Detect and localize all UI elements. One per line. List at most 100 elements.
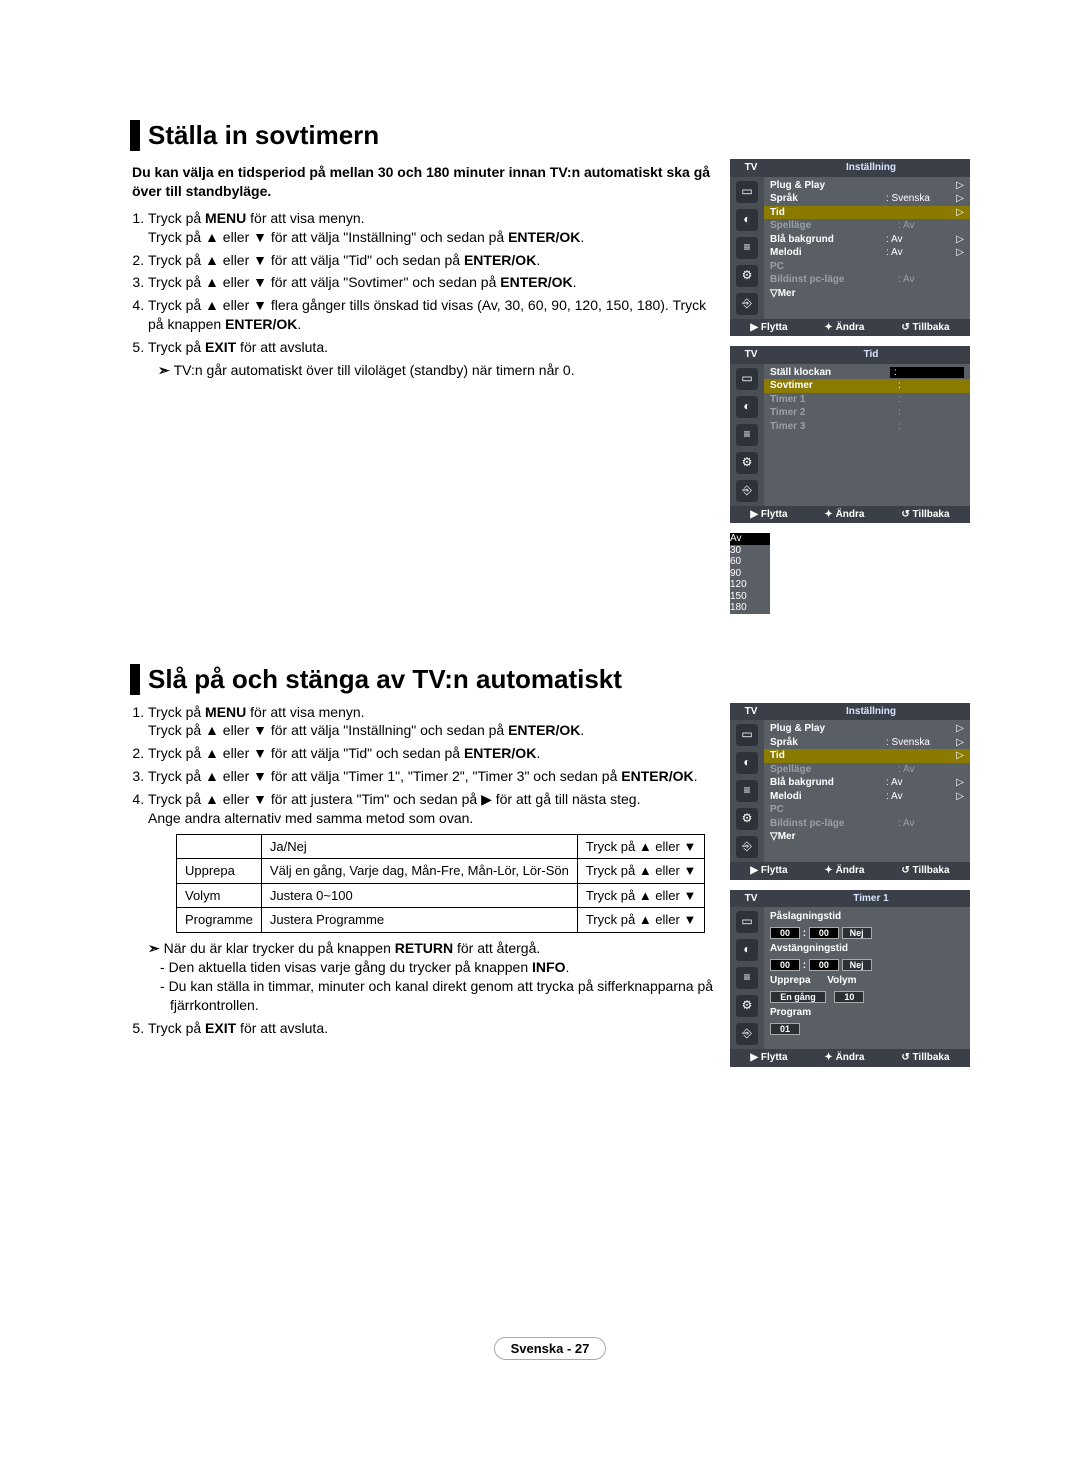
th: Ja/Nej xyxy=(261,834,577,859)
osd-row: Ställ klockan: xyxy=(764,366,970,380)
td: Tryck på ▲ eller ▼ xyxy=(577,883,705,908)
input-icon: ⎆ xyxy=(736,480,758,502)
channel-icon: ≡ xyxy=(736,424,758,446)
th: Tryck på ▲ eller ▼ xyxy=(577,834,705,859)
lbl: Ställ klockan xyxy=(770,367,890,379)
osd-side-icons: ▭ ◐ ≡ ⚙ ⎆ xyxy=(730,177,764,319)
osd-side-icons: ▭ ◐ ≡ ⚙ ⎆ xyxy=(730,720,764,862)
s2-dash1: - Den aktuella tiden visas varje gång du… xyxy=(160,958,718,977)
foot-back: ↺ Tillbaka xyxy=(901,865,949,877)
txt: för att återgå. xyxy=(453,940,540,956)
val: : xyxy=(898,407,964,419)
s2-note: När du är klar trycker du på knappen RET… xyxy=(148,939,718,958)
txt: . xyxy=(536,252,540,268)
osd-tv-label: TV xyxy=(730,346,772,364)
osd-title: Timer 1 xyxy=(772,890,970,908)
foot-change: ✦ Ändra xyxy=(824,322,864,334)
txt-b: ENTER/OK xyxy=(508,229,580,245)
lbl: Sovtimer xyxy=(770,380,898,392)
min-field: 00 xyxy=(809,927,839,939)
txt: Tryck på ▲ eller ▼ för att justera "Tim"… xyxy=(148,791,640,807)
s1-step4: Tryck på ▲ eller ▼ flera gånger tills ön… xyxy=(148,296,718,334)
foot-change: ✦ Ändra xyxy=(824,1052,864,1064)
section2-heading: Slå på och stänga av TV:n automatiskt xyxy=(130,664,970,695)
onoff-field: Nej xyxy=(842,959,872,971)
val: : Av xyxy=(898,220,964,232)
lbl: Tid xyxy=(770,207,886,219)
txt: för att avsluta. xyxy=(236,1020,328,1036)
popup-item: 30 xyxy=(730,545,770,557)
timer-off-label: Avstängningstid xyxy=(764,941,970,957)
setup-icon: ⚙ xyxy=(736,265,758,287)
val: : Av xyxy=(886,777,952,789)
osd-row: Blå bakgrund: Av▷ xyxy=(764,233,970,247)
lbl: Spelläge xyxy=(770,220,898,232)
s1-note: TV:n går automatiskt över till viloläget… xyxy=(158,361,718,380)
timer-on-row: 00 : 00 Nej xyxy=(764,925,970,942)
osd-row: Språk: Svenska▷ xyxy=(764,736,970,750)
txt: för att visa menyn. xyxy=(246,704,364,720)
options-table: Ja/NejTryck på ▲ eller ▼ UpprepaVälj en … xyxy=(176,834,705,933)
osd-title: Inställning xyxy=(772,159,970,177)
lbl: Blå bakgrund xyxy=(770,234,886,246)
txt-b: EXIT xyxy=(205,1020,236,1036)
s1-step2: Tryck på ▲ eller ▼ för att välja "Tid" o… xyxy=(148,251,718,270)
s1-step1: Tryck på MENU för att visa menyn. Tryck … xyxy=(148,209,718,247)
channel-icon: ≡ xyxy=(736,780,758,802)
timer-off-row: 00 : 00 Nej xyxy=(764,957,970,974)
osd-side-icons: ▭ ◐ ≡ ⚙ ⎆ xyxy=(730,907,764,1049)
lbl: Timer 3 xyxy=(770,421,898,433)
s2-step4: Tryck på ▲ eller ▼ för att justera "Tim"… xyxy=(148,790,718,1015)
foot-move: ▶ Flytta xyxy=(750,865,787,877)
txt: Tryck på xyxy=(148,704,205,720)
sound-icon: ◐ xyxy=(736,752,758,774)
td: Upprepa xyxy=(177,859,262,884)
td: Justera 0~100 xyxy=(261,883,577,908)
osd-timer1: TV Timer 1 ▭ ◐ ≡ ⚙ ⎆ Påslagningstid 00 : xyxy=(730,890,970,1067)
repeat-label: Upprepa xyxy=(770,975,811,986)
hour-field: 00 xyxy=(770,927,800,939)
lbl: Plug & Play xyxy=(770,180,886,192)
txt: Ange andra alternativ med samma metod so… xyxy=(148,810,473,826)
foot-back: ↺ Tillbaka xyxy=(901,322,949,334)
osd-footer: ▶ Flytta ✦ Ändra ↺ Tillbaka xyxy=(730,862,970,880)
osd-row: ▽Mer xyxy=(764,287,970,301)
osd-row xyxy=(764,447,970,461)
txt: Tryck på xyxy=(148,1020,205,1036)
repeat-field: En gång xyxy=(770,991,826,1003)
td: Justera Programme xyxy=(261,908,577,933)
picture-icon: ▭ xyxy=(736,911,758,933)
foot-move: ▶ Flytta xyxy=(750,1052,787,1064)
val: : Av xyxy=(886,247,952,259)
lbl: Språk xyxy=(770,737,886,749)
txt: Du kan ställa in timmar, minuter och kan… xyxy=(169,978,713,1013)
osd-row-selected: Sovtimer: xyxy=(764,379,970,393)
lbl: Bildinst pc-läge xyxy=(770,274,898,286)
picture-icon: ▭ xyxy=(736,368,758,390)
txt: . xyxy=(580,229,584,245)
osd-row: Timer 1: xyxy=(764,393,970,407)
txt-b: ENTER/OK xyxy=(464,252,536,268)
td: Tryck på ▲ eller ▼ xyxy=(577,908,705,933)
osd-tv-label: TV xyxy=(730,159,772,177)
input-icon: ⎆ xyxy=(736,836,758,858)
osd-row: PC xyxy=(764,803,970,817)
s2-step2: Tryck på ▲ eller ▼ för att välja "Tid" o… xyxy=(148,744,718,763)
val: : Svenska xyxy=(886,737,952,749)
osd-row: Timer 3: xyxy=(764,420,970,434)
popup-item-selected: Av xyxy=(730,533,770,545)
section1-lead: Du kan välja en tidsperiod på mellan 30 … xyxy=(132,163,718,201)
osd-row: Melodi: Av▷ xyxy=(764,790,970,804)
txt: . xyxy=(694,768,698,784)
program-value: 01 xyxy=(764,1021,970,1038)
program-label: Program xyxy=(764,1005,970,1021)
page-number: Svenska - 27 xyxy=(494,1337,607,1360)
td: Volym xyxy=(177,883,262,908)
osd-row: Blå bakgrund: Av▷ xyxy=(764,776,970,790)
picture-icon: ▭ xyxy=(736,724,758,746)
section1-text: Du kan välja en tidsperiod på mellan 30 … xyxy=(130,159,718,384)
val: : Svenska xyxy=(886,193,952,205)
foot-change: ✦ Ändra xyxy=(824,509,864,521)
sound-icon: ◐ xyxy=(736,209,758,231)
min-field: 00 xyxy=(809,959,839,971)
